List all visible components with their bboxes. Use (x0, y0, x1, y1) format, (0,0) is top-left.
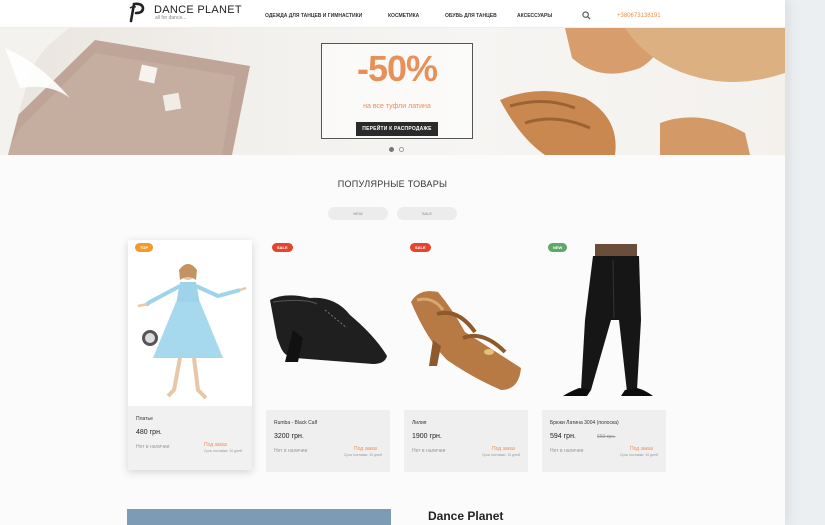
product-image-dress[interactable] (128, 240, 252, 408)
product-info: Брюки Латина 3004 (полоска) 594 грн. 660… (542, 410, 666, 472)
nav-item-shoes[interactable]: ОБУВЬ ДЛЯ ТАНЦЕВ (445, 13, 497, 19)
about-image (127, 509, 391, 525)
delivery-term: Срок поставки: 10 дней (344, 453, 383, 457)
page: DANCE PLANET all for dance... ОДЕЖДА ДЛЯ… (0, 0, 785, 525)
product-card[interactable]: NEW Брюки Латина 3004 (полоска) 594 грн.… (541, 240, 666, 472)
product-old-price: 660 грн. (597, 434, 616, 440)
delivery-term: Срок поставки: 10 дней (482, 453, 521, 457)
product-price: 3200 грн. (274, 433, 304, 440)
product-card[interactable]: SALE Лилия 1900 грн. Нет в наличии Под з… (403, 240, 528, 472)
brand-tagline: all for dance... (155, 15, 187, 21)
product-info: Платье 480 грн. Нет в наличии Под заказ … (128, 406, 252, 470)
delivery-term: Срок поставки: 10 дней (620, 453, 659, 457)
product-card[interactable]: SALE Rumba - Black Calf 3200 грн. Нет в … (265, 240, 390, 472)
filter-new[interactable]: NEW (328, 207, 388, 220)
product-name[interactable]: Брюки Латина 3004 (полоска) (550, 420, 619, 426)
site-header: DANCE PLANET all for dance... ОДЕЖДА ДЛЯ… (0, 0, 785, 28)
product-card[interactable]: TOP Платье 480 грн. Нет в наличии Под за… (128, 240, 252, 470)
filter-sale[interactable]: SALE (397, 207, 457, 220)
promo-box: -50% на все туфли латина ПЕРЕЙТИ К РАСПР… (321, 43, 473, 139)
delivery-term: Срок поставки: 10 дней (204, 449, 243, 453)
order-link[interactable]: Под заказ (630, 446, 653, 452)
search-icon[interactable] (582, 11, 591, 20)
product-name[interactable]: Rumba - Black Calf (274, 420, 317, 426)
nav-item-cosmetics[interactable]: КОСМЕТИКА (388, 13, 419, 19)
product-price: 1900 грн. (412, 433, 442, 440)
product-image-latin-pants[interactable] (541, 240, 665, 408)
hero-banner[interactable]: -50% на все туфли латина ПЕРЕЙТИ К РАСПР… (0, 28, 785, 155)
product-image-liliya-shoe[interactable] (403, 240, 527, 408)
promo-subtitle: на все туфли латина (363, 103, 431, 110)
product-image-rumba-shoe[interactable] (265, 240, 389, 408)
product-info: Лилия 1900 грн. Нет в наличии Под заказ … (404, 410, 528, 472)
product-name[interactable]: Платье (136, 416, 153, 422)
product-info: Rumba - Black Calf 3200 грн. Нет в налич… (266, 410, 390, 472)
badge-sale: SALE (410, 243, 431, 252)
section-title: ПОПУЛЯРНЫЕ ТОВАРЫ (337, 179, 448, 189)
slider-dot-1[interactable] (389, 147, 394, 152)
product-price: 594 грн. (550, 433, 576, 440)
stock-status: Нет в наличии (550, 448, 584, 454)
stock-status: Нет в наличии (274, 448, 308, 454)
logo-icon[interactable] (126, 1, 148, 23)
nav-item-clothing[interactable]: ОДЕЖДА ДЛЯ ТАНЦЕВ И ГИМНАСТИКИ (265, 13, 362, 19)
go-to-sale-button[interactable]: ПЕРЕЙТИ К РАСПРОДАЖЕ (356, 122, 438, 136)
nav-item-accessories[interactable]: АКСЕССУАРЫ (517, 13, 552, 19)
slider-dot-2[interactable] (399, 147, 404, 152)
order-link[interactable]: Под заказ (354, 446, 377, 452)
badge-new: NEW (548, 243, 568, 252)
about-title: Dance Planet (428, 509, 504, 523)
product-name[interactable]: Лилия (412, 420, 427, 426)
badge-top: TOP (135, 243, 154, 252)
phone-link[interactable]: +380673138191 (617, 13, 661, 19)
order-link[interactable]: Под заказ (492, 446, 515, 452)
product-price: 480 грн. (136, 429, 162, 436)
stock-status: Нет в наличии (412, 448, 446, 454)
order-link[interactable]: Под заказ (204, 442, 227, 448)
stock-status: Нет в наличии (136, 444, 170, 450)
badge-sale: SALE (272, 243, 293, 252)
promo-discount: -50% (356, 48, 438, 89)
